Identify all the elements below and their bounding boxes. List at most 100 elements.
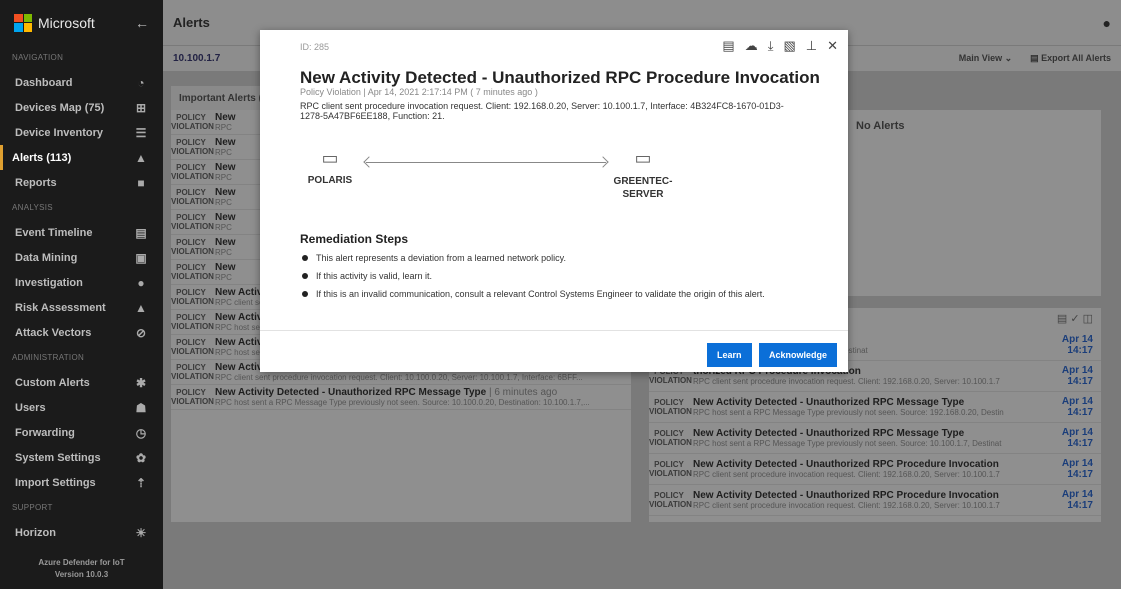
alert-row[interactable]: POLICY VIOLATIONNew Activity Detected - … (171, 385, 631, 410)
alert-title: New Activity Detected - Unauthorized RPC… (693, 490, 999, 501)
alert-type-tag: POLICY VIOLATION (649, 491, 692, 509)
sidebar-item-alerts[interactable]: Alerts (113) ▲ (0, 145, 163, 170)
alert-title: New Activity Detected - Unauthorized RPC… (215, 387, 631, 398)
sidebar-item-label: Reports (15, 176, 57, 189)
sidebar-item-risk-assessment[interactable]: Risk Assessment ▲ (0, 295, 163, 320)
clock-icon: ◷ (135, 425, 147, 440)
horizon-icon: ☀ (135, 525, 147, 540)
alert-age: | 6 minutes ago (488, 387, 558, 398)
source-device-name: POLARIS (307, 175, 353, 186)
collapse-arrow-icon[interactable]: ← (135, 15, 149, 31)
sidebar-item-reports[interactable]: Reports ■ (0, 170, 163, 195)
cloud-icon[interactable]: ☁ (745, 38, 758, 54)
sidebar-item-label: Device Inventory (15, 126, 104, 139)
alert-type-tag: POLICY VIOLATION (171, 113, 214, 131)
sidebar-item-forwarding[interactable]: Forwarding ◷ (0, 420, 163, 445)
sidebar-item-data-mining[interactable]: Data Mining ▣ (0, 245, 163, 270)
destination-device-name-line1: GREENTEC- (613, 176, 673, 187)
alert-plus-icon: ✱ (135, 375, 147, 390)
acknowledge-button[interactable]: Acknowledge (759, 343, 838, 367)
alert-row[interactable]: POLICY VIOLATIONNew Activity Detected - … (649, 485, 1101, 516)
destination-device[interactable]: ▭ GREENTEC- SERVER (608, 148, 678, 201)
alert-type-tag: POLICY VIOLATION (171, 188, 214, 206)
alert-row-body: New Activity Detected - Unauthorized RPC… (689, 459, 1045, 479)
alert-detail-modal: ID: 285 ▤ ☁ ⤓ ▧ ⊥ ✕ New Activity Detecte… (260, 30, 848, 372)
sidebar-item-custom-alerts[interactable]: Custom Alerts ✱ (0, 370, 163, 395)
modal-subtitle: Policy Violation | Apr 14, 2021 2:17:14 … (300, 87, 538, 97)
sidebar-item-investigation[interactable]: Investigation ● (0, 270, 163, 295)
sidebar-item-users[interactable]: Users ☗ (0, 395, 163, 420)
alert-title-text: New (215, 112, 236, 123)
gear-icon: ✿ (135, 450, 147, 465)
alert-time: Apr 14 14:17 (1061, 396, 1093, 418)
pin-icon[interactable]: ⊥ (806, 38, 817, 54)
sidebar-item-attack-vectors[interactable]: Attack Vectors ⊘ (0, 320, 163, 345)
check-icon[interactable]: ✓ (1070, 313, 1079, 325)
nav-section-navigation: NAVIGATION (12, 53, 64, 62)
alert-row[interactable]: POLICY VIOLATIONNew Activity Detected - … (649, 454, 1101, 485)
sidebar-item-device-inventory[interactable]: Device Inventory ☰ (0, 120, 163, 145)
users-icon: ☗ (135, 400, 147, 415)
sidebar-item-event-timeline[interactable]: Event Timeline ▤ (0, 220, 163, 245)
alert-row[interactable]: POLICY VIOLATIONNew Activity Detected - … (649, 392, 1101, 423)
clipboard-icon[interactable]: ▤ (722, 38, 734, 54)
sidebar-item-label: Data Mining (15, 251, 78, 264)
sidebar-item-import-settings[interactable]: Import Settings ⇡ (0, 470, 163, 495)
sidebar-item-label: Event Timeline (15, 226, 93, 239)
network-icon: ⊞ (135, 100, 147, 115)
brand-name: Microsoft (38, 14, 95, 31)
page-title: Alerts (173, 15, 210, 30)
modal-title: New Activity Detected - Unauthorized RPC… (300, 68, 820, 87)
sidebar-item-label: Investigation (15, 276, 83, 289)
sidebar-item-system-settings[interactable]: System Settings ✿ (0, 445, 163, 470)
alert-time: Apr 14 14:17 (1061, 365, 1093, 387)
alert-description: RPC host sent a RPC Message Type previou… (693, 439, 1002, 448)
export-icon: ▤ (1030, 53, 1042, 63)
fingerprint-icon: ● (137, 275, 145, 290)
modal-toolbar: ▤ ☁ ⤓ ▧ ⊥ ✕ (722, 38, 838, 54)
report-icon[interactable]: ▤ (1057, 313, 1067, 325)
sidebar-item-label: Horizon (15, 526, 56, 539)
sidebar-item-label: Alerts (113) (12, 151, 72, 164)
pdf-icon[interactable]: ▧ (783, 38, 795, 54)
alert-row[interactable]: POLICY VIOLATIONNew Activity Detected - … (649, 423, 1101, 454)
brand: Microsoft ← (0, 0, 163, 45)
user-icon[interactable]: ● (1103, 15, 1111, 31)
sidebar-item-devices-map[interactable]: Devices Map (75) ⊞ (0, 95, 163, 120)
close-icon[interactable]: ✕ (827, 38, 838, 54)
alert-time: Apr 14 14:17 (1061, 489, 1093, 511)
source-device[interactable]: ▭ POLARIS (300, 148, 360, 186)
remediation-step: If this activity is valid, learn it. (300, 270, 820, 282)
alert-description: RPC client sent procedure invocation req… (693, 377, 1000, 386)
modal-description: RPC client sent procedure invocation req… (300, 101, 784, 121)
alert-row-body: New Activity Detected - Unauthorized RPC… (689, 397, 1045, 417)
sidebar-item-dashboard[interactable]: Dashboard ◔ (0, 70, 163, 95)
alert-title-text: New (215, 187, 236, 198)
sidebar-item-horizon[interactable]: Horizon ☀ (0, 520, 163, 545)
export-all-alerts-button[interactable]: ▤ Export All Alerts (1030, 53, 1111, 64)
download-icon[interactable]: ⤓ (768, 38, 774, 54)
clipboard-icon: ▤ (135, 225, 147, 240)
alert-type-tag: POLICY VIOLATION (171, 213, 214, 231)
alert-type-tag: POLICY VIOLATION (171, 138, 214, 156)
alert-title: New Activity Detected - Unauthorized RPC… (693, 459, 999, 470)
product-name: Azure Defender for IoT (38, 558, 125, 567)
columns-icon[interactable]: ◫ (1083, 313, 1093, 325)
sidebar-item-label: Custom Alerts (15, 376, 90, 389)
ip-filter[interactable]: 10.100.1.7 (173, 53, 220, 64)
alert-type-tag: POLICY VIOLATION (171, 288, 214, 306)
alert-type-tag: POLICY VIOLATION (649, 460, 692, 478)
learn-button[interactable]: Learn (707, 343, 752, 367)
communication-arrow (366, 162, 606, 163)
alert-row-body: New Activity Detected - Unauthorized RPC… (211, 387, 631, 407)
alert-title: New Activity Detected - Unauthorized RPC… (693, 397, 965, 408)
alert-type-tag: POLICY VIOLATION (171, 388, 214, 406)
alert-title-text: New (215, 237, 236, 248)
alert-time: Apr 14 14:17 (1061, 427, 1093, 449)
alert-description: RPC client sent procedure invocation req… (693, 470, 1000, 479)
main-view-dropdown[interactable]: Main View ⌄ (959, 53, 1012, 64)
sidebar-item-label: Forwarding (15, 426, 75, 439)
alert-type-tag: POLICY VIOLATION (171, 238, 214, 256)
monitor-icon: ▭ (321, 148, 339, 168)
sidebar: Microsoft ← NAVIGATION Dashboard ◔ Device… (0, 0, 163, 589)
